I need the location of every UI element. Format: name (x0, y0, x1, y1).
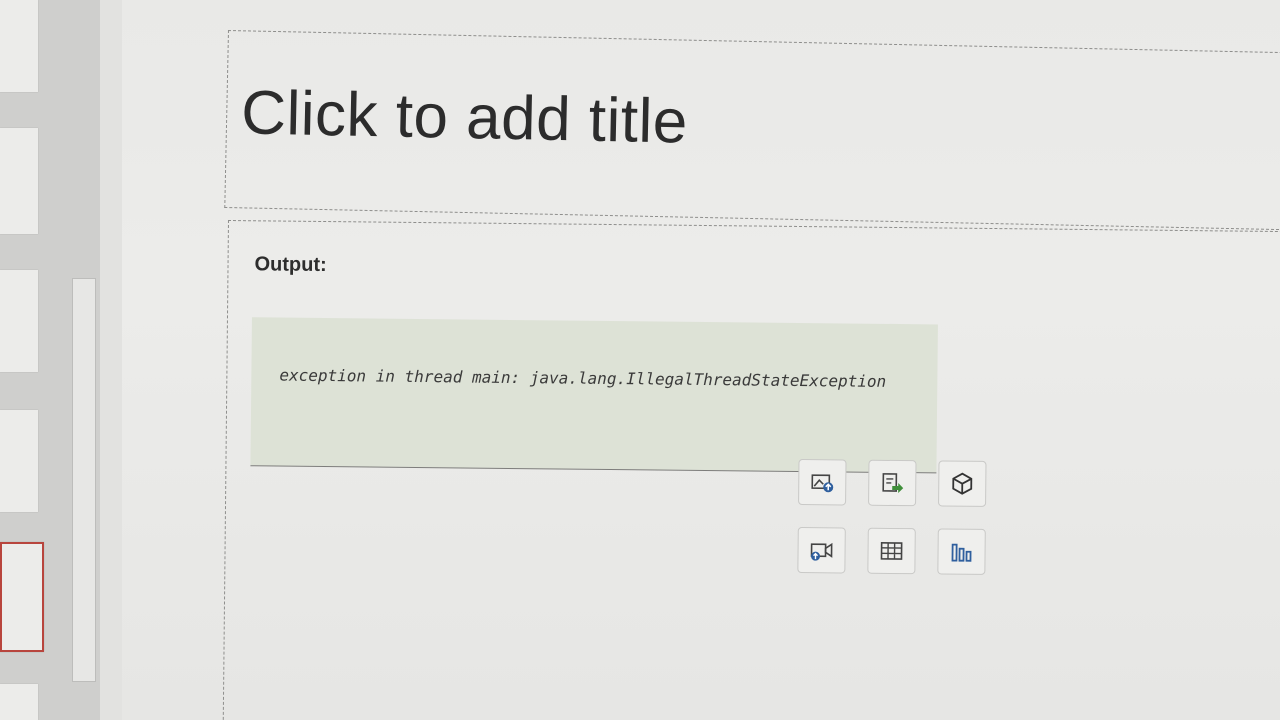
slide-canvas: Click to add title Output: exception in … (122, 0, 1280, 720)
slide-thumbnail[interactable] (0, 270, 38, 372)
insert-picture-button[interactable] (798, 458, 847, 506)
insert-table-button[interactable] (867, 527, 916, 575)
insert-content-grid (797, 458, 998, 601)
presentation-editor: Click to add title Output: exception in … (0, 0, 1280, 720)
title-placeholder-text: Click to add title (240, 78, 689, 157)
slide-thumbnail[interactable] (0, 684, 38, 720)
slide-thumbnail[interactable] (0, 410, 38, 512)
slide-thumbnail[interactable] (0, 128, 38, 234)
cube-icon (952, 472, 973, 495)
pane-divider[interactable] (100, 0, 122, 720)
bar-chart-icon (951, 543, 972, 562)
slide-thumbnail-selected[interactable] (0, 542, 44, 652)
file-arrow-icon (882, 473, 904, 494)
slide-thumbnail[interactable] (0, 0, 38, 92)
title-placeholder[interactable]: Click to add title (224, 30, 1280, 231)
code-output-box: exception in thread main: java.lang.Ille… (250, 317, 938, 473)
slide-thumbnail-pane (0, 0, 100, 720)
output-label: Output: (254, 253, 327, 277)
content-placeholder[interactable]: Output: exception in thread main: java.l… (222, 220, 1280, 720)
table-icon (880, 542, 903, 560)
code-output-text: exception in thread main: java.lang.Ille… (279, 365, 887, 391)
insert-from-file-button[interactable] (868, 459, 917, 507)
insert-3d-model-button[interactable] (938, 460, 987, 507)
insert-chart-button[interactable] (937, 528, 986, 575)
thumbnail-scrollbar[interactable] (72, 278, 96, 682)
insert-video-button[interactable] (797, 526, 846, 574)
picture-upload-icon (811, 474, 834, 493)
video-camera-icon (810, 542, 833, 561)
